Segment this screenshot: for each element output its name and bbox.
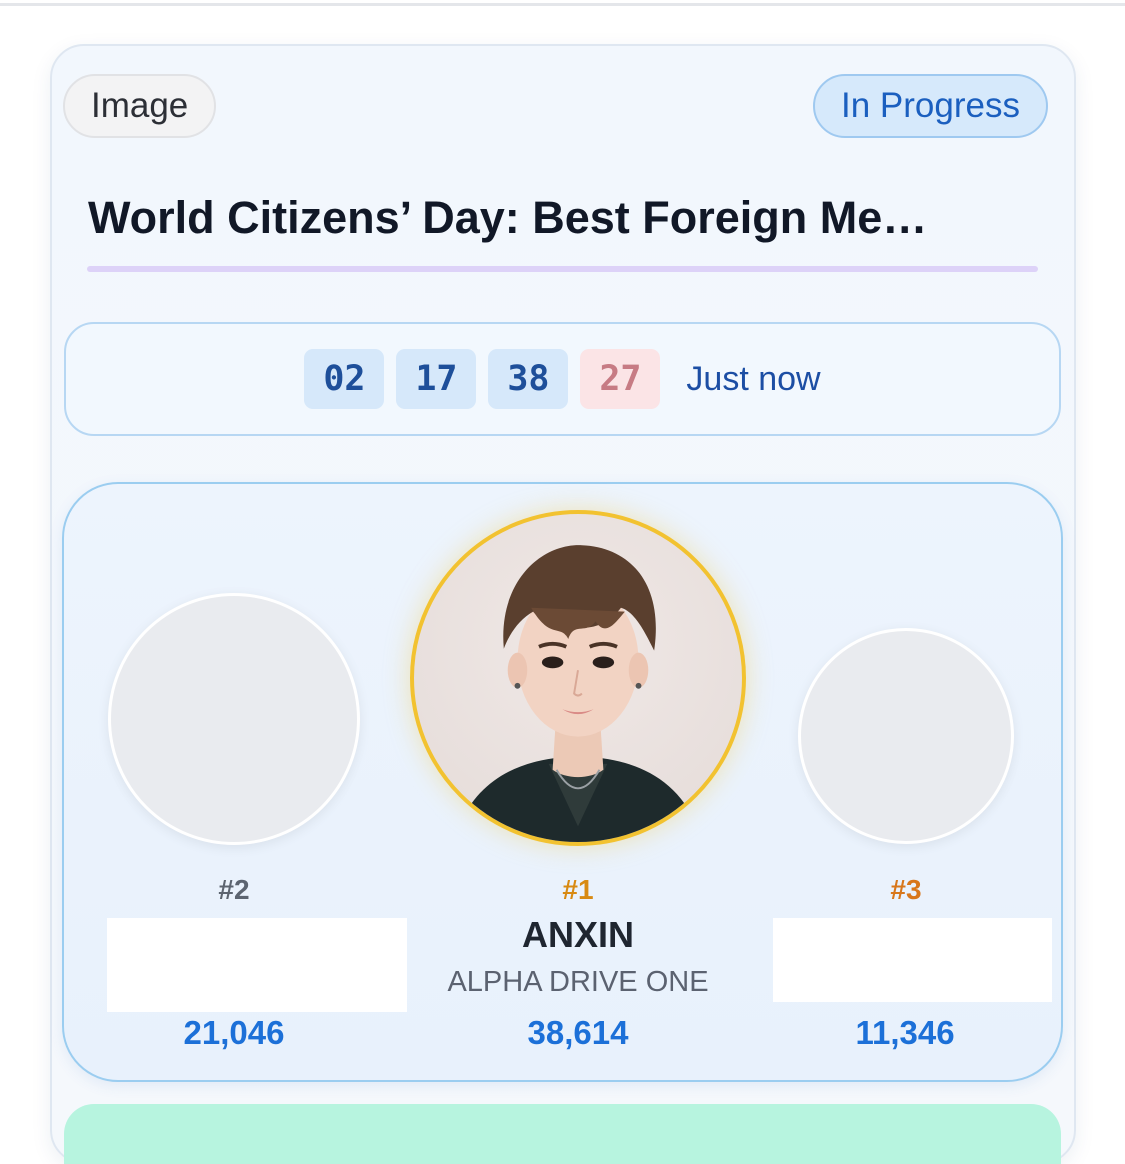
top-divider bbox=[0, 0, 1125, 6]
status-badge-label: In Progress bbox=[841, 86, 1020, 125]
rank-label-2: #2 bbox=[218, 874, 250, 905]
votes-rank-2: 21,046 bbox=[183, 1014, 285, 1051]
countdown-hours: 17 bbox=[396, 349, 477, 409]
countdown-panel: 02 17 38 27 Just now bbox=[64, 322, 1061, 436]
next-section-card[interactable] bbox=[64, 1104, 1061, 1164]
winner-group: ALPHA DRIVE ONE bbox=[447, 966, 709, 998]
poll-title[interactable]: World Citizens’ Day: Best Foreign Me… bbox=[88, 192, 1038, 244]
winner-name: ANXIN bbox=[521, 914, 634, 955]
votes-rank-3: 11,346 bbox=[855, 1014, 955, 1051]
countdown-seconds: 27 bbox=[580, 349, 661, 409]
last-updated-text: Just now bbox=[686, 359, 821, 398]
avatar-rank-2[interactable] bbox=[108, 593, 360, 845]
type-badge: Image bbox=[63, 74, 217, 138]
title-underline bbox=[87, 266, 1038, 272]
votes-rank-1: 38,614 bbox=[527, 1014, 629, 1051]
name-placeholder-rank-3 bbox=[773, 918, 1052, 1002]
type-badge-label: Image bbox=[91, 86, 189, 125]
status-badge: In Progress bbox=[813, 74, 1048, 138]
name-placeholder-rank-2 bbox=[107, 918, 407, 1012]
winner-portrait-image bbox=[453, 545, 703, 842]
rank-label-3: #3 bbox=[890, 874, 922, 905]
countdown-minutes: 38 bbox=[488, 349, 569, 409]
avatar-rank-1[interactable] bbox=[410, 510, 746, 846]
countdown-days: 02 bbox=[304, 349, 385, 409]
rank-label-1: #1 bbox=[562, 874, 594, 905]
avatar-rank-3[interactable] bbox=[798, 628, 1014, 844]
